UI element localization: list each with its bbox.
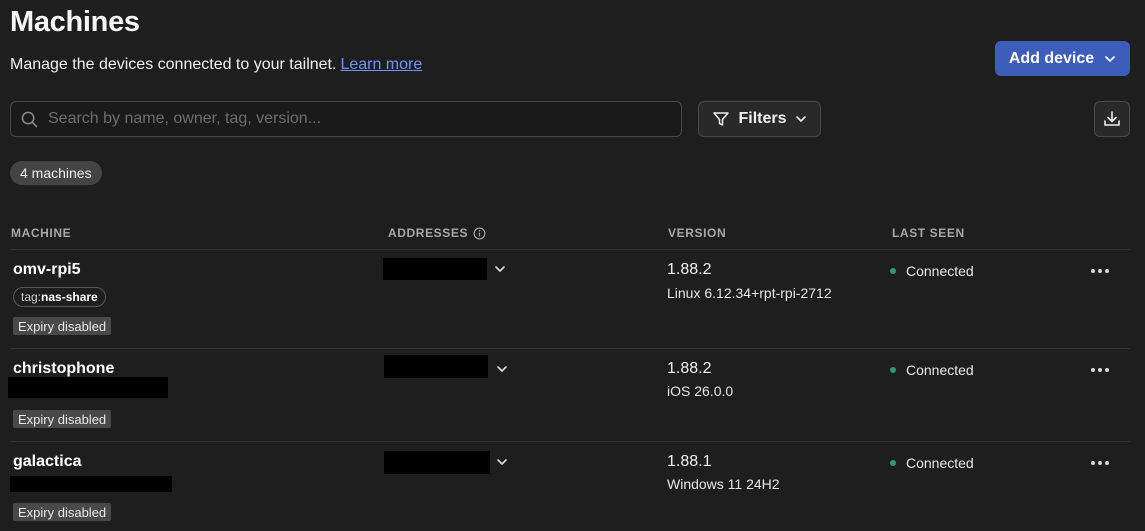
redacted-owner: [8, 377, 168, 398]
filters-button[interactable]: Filters: [698, 101, 821, 137]
version-number: 1.88.2: [667, 360, 712, 377]
machine-tag[interactable]: tag: nas-share: [13, 287, 106, 307]
status-dot: [890, 268, 896, 274]
add-device-label: Add device: [1008, 49, 1095, 67]
machine-name[interactable]: christophone: [13, 360, 114, 378]
more-options-icon[interactable]: [1091, 366, 1113, 374]
download-icon: [1104, 111, 1120, 126]
filter-icon: [713, 112, 730, 126]
add-device-button[interactable]: Add device: [995, 41, 1130, 76]
column-label: LAST SEEN: [892, 226, 965, 240]
version-number: 1.88.2: [667, 261, 712, 278]
status-indicator: Connected: [890, 263, 974, 279]
redacted-address: [384, 451, 490, 474]
machine-count-badge: 4 machines: [10, 161, 102, 185]
column-header-last-seen[interactable]: LAST SEEN: [892, 226, 965, 240]
more-options-icon[interactable]: [1091, 267, 1113, 275]
status-indicator: Connected: [890, 455, 974, 471]
os-version: iOS 26.0.0: [667, 383, 734, 399]
chevron-down-icon: [1105, 55, 1115, 62]
learn-more-link[interactable]: Learn more: [340, 56, 422, 73]
column-label: ADDRESSES: [388, 226, 469, 240]
page-subtitle: Manage the devices connected to your tai…: [10, 56, 422, 74]
chevron-down-icon: [795, 116, 806, 122]
column-label: VERSION: [668, 226, 727, 240]
search-input[interactable]: [46, 109, 670, 129]
subtitle-text: Manage the devices connected to your tai…: [10, 56, 337, 73]
expiry-badge: Expiry disabled: [13, 503, 112, 521]
column-label: MACHINE: [11, 226, 72, 240]
machine-name[interactable]: galactica: [13, 453, 81, 471]
redacted-owner: [10, 476, 172, 492]
machine-name[interactable]: omv-rpi5: [13, 261, 81, 279]
search-box[interactable]: [10, 101, 682, 137]
status-indicator: Connected: [890, 362, 974, 378]
tag-value: nas-share: [41, 290, 98, 304]
redacted-address: [383, 258, 487, 280]
table-row[interactable]: christophone Expiry disabled 1.88.2 iOS …: [0, 348, 1145, 441]
chevron-down-icon[interactable]: [494, 263, 506, 275]
os-version: Windows 11 24H2: [667, 476, 780, 492]
redacted-address: [384, 355, 488, 378]
os-version: Linux 6.12.34+rpt-rpi-2712: [667, 285, 832, 301]
chevron-down-icon[interactable]: [496, 363, 508, 375]
table-row[interactable]: galactica Expiry disabled 1.88.1 Windows…: [0, 441, 1145, 531]
info-icon[interactable]: [473, 227, 486, 240]
status-dot: [890, 367, 896, 373]
more-options-icon[interactable]: [1091, 459, 1113, 467]
chevron-down-icon[interactable]: [496, 456, 508, 468]
filters-label: Filters: [738, 110, 787, 127]
status-text: Connected: [906, 263, 974, 279]
expiry-badge: Expiry disabled: [13, 317, 112, 335]
expiry-badge: Expiry disabled: [13, 410, 112, 428]
page-title: Machines: [10, 6, 140, 38]
column-header-addresses[interactable]: ADDRESSES: [388, 226, 486, 240]
machines-page: Machines Manage the devices connected to…: [0, 0, 1145, 531]
column-header-machine[interactable]: MACHINE: [11, 226, 71, 240]
export-button[interactable]: [1094, 101, 1130, 137]
tag-prefix: tag:: [21, 290, 42, 304]
status-dot: [890, 460, 896, 466]
search-icon: [21, 111, 38, 127]
status-text: Connected: [906, 455, 974, 471]
column-header-version[interactable]: VERSION: [668, 226, 726, 240]
table-row[interactable]: omv-rpi5 tag: nas-share Expiry disabled 1…: [0, 249, 1145, 348]
status-text: Connected: [906, 362, 974, 378]
version-number: 1.88.1: [667, 453, 712, 470]
